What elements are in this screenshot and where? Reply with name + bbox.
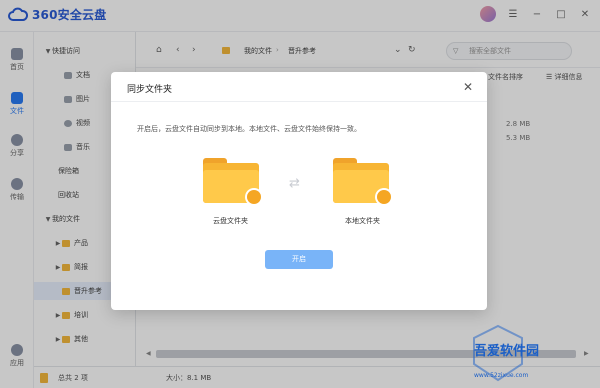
dialog-description: 开启后，云盘文件自动同步到本地。本地文件、云盘文件始终保持一致。 [137,125,361,133]
sync-folder-dialog: 同步文件夹 ✕ 开启后，云盘文件自动同步到本地。本地文件、云盘文件始终保持一致。… [111,72,487,310]
local-folder-label: 本地文件夹 [345,217,380,225]
dialog-header: 同步文件夹 ✕ [111,72,487,102]
cloud-badge-icon [247,190,261,204]
sync-arrows-icon: ⇄ [289,176,300,191]
watermark-url: www.52zixue.com [474,372,529,379]
watermark-brand: 吾爱软件园 [474,344,540,359]
local-folder-icon [333,158,393,206]
cloud-folder-icon [203,158,263,206]
computer-badge-icon [377,190,391,204]
enable-button[interactable]: 开启 [265,250,333,269]
close-icon[interactable]: ✕ [463,80,473,94]
dialog-title: 同步文件夹 [127,85,173,95]
cloud-folder-label: 云盘文件夹 [213,217,248,225]
